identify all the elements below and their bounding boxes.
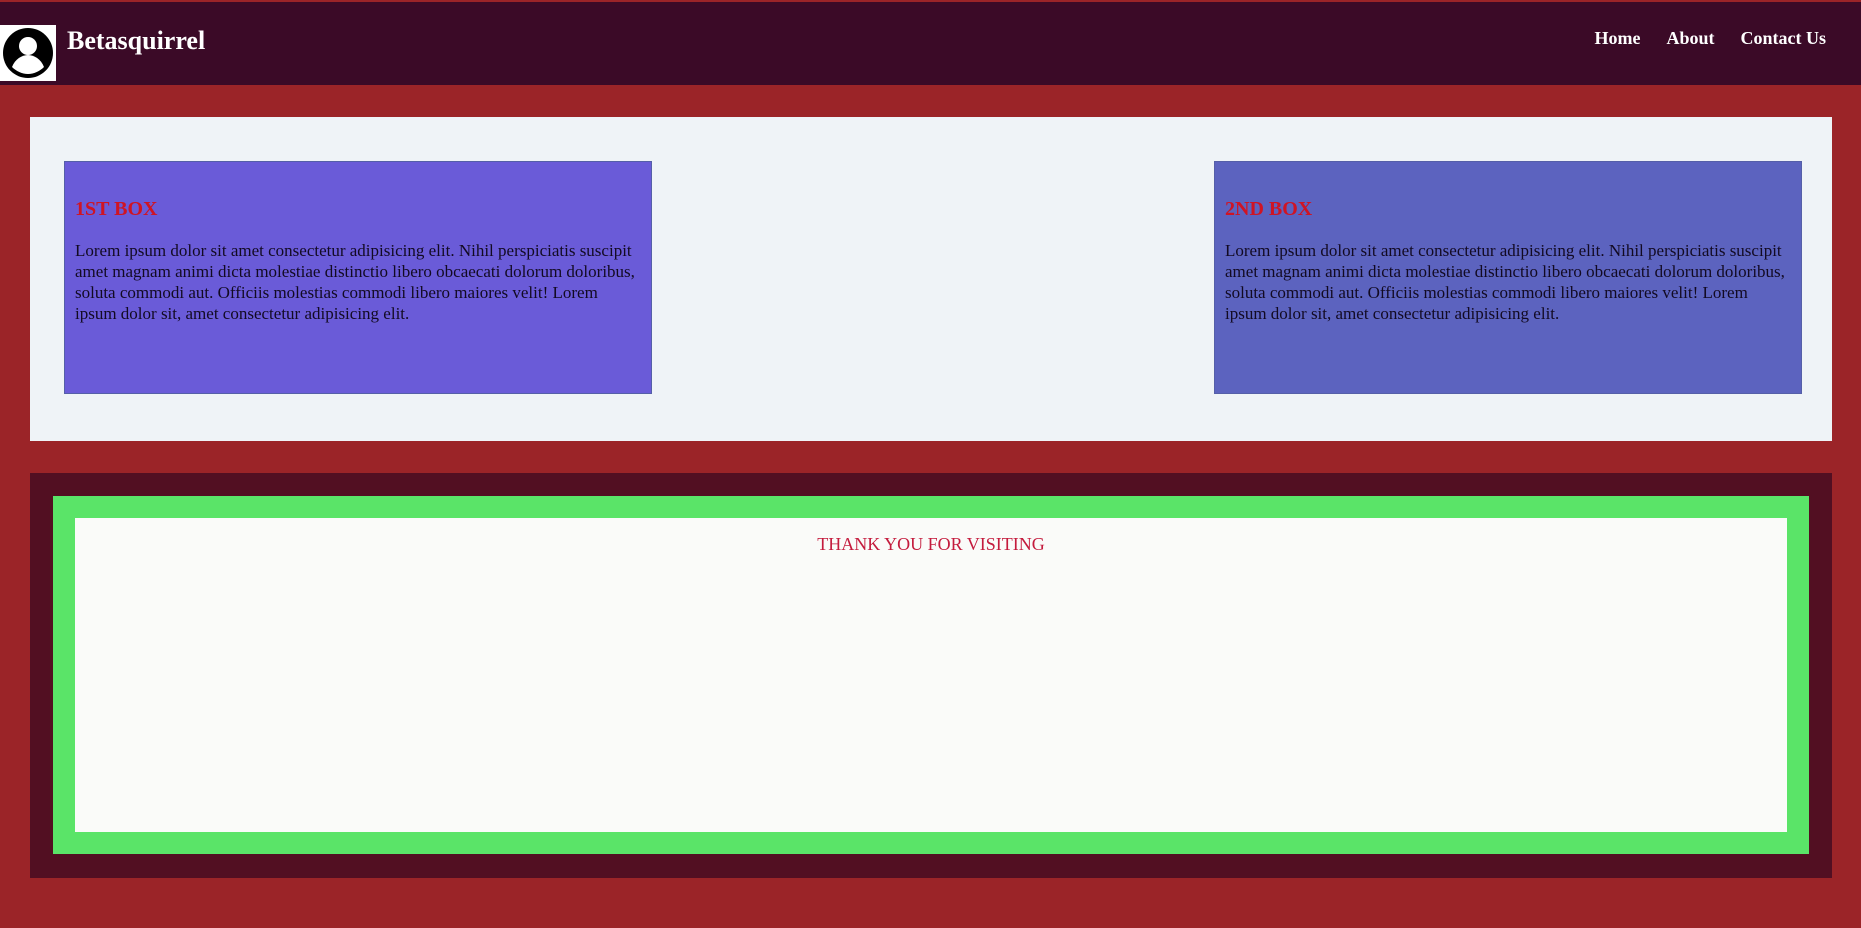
content-section: 1ST BOX Lorem ipsum dolor sit amet conse… xyxy=(30,117,1832,441)
main-navigation: Home About Contact Us xyxy=(1595,25,1827,51)
first-box-title: 1ST BOX xyxy=(75,198,158,220)
brand-title[interactable]: Betasquirrel xyxy=(67,24,205,58)
thank-you-message: THANK YOU FOR VISITING xyxy=(817,534,1045,554)
first-box: 1ST BOX Lorem ipsum dolor sit amet conse… xyxy=(64,161,652,394)
second-box: 2ND BOX Lorem ipsum dolor sit amet conse… xyxy=(1214,161,1802,394)
user-avatar-icon[interactable] xyxy=(0,25,56,81)
second-box-text: Lorem ipsum dolor sit amet consectetur a… xyxy=(1225,241,1785,323)
navbar: Betasquirrel Home About Contact Us xyxy=(0,2,1861,85)
nav-home-link[interactable]: Home xyxy=(1595,25,1641,51)
nav-contact-link[interactable]: Contact Us xyxy=(1741,25,1827,51)
footer-message-panel: THANK YOU FOR VISITING xyxy=(75,518,1787,832)
first-box-text: Lorem ipsum dolor sit amet consectetur a… xyxy=(75,241,635,323)
nav-about-link[interactable]: About xyxy=(1666,25,1714,51)
footer-section: THANK YOU FOR VISITING xyxy=(30,473,1832,878)
footer-border-frame: THANK YOU FOR VISITING xyxy=(53,496,1809,854)
second-box-title: 2ND BOX xyxy=(1225,198,1313,220)
